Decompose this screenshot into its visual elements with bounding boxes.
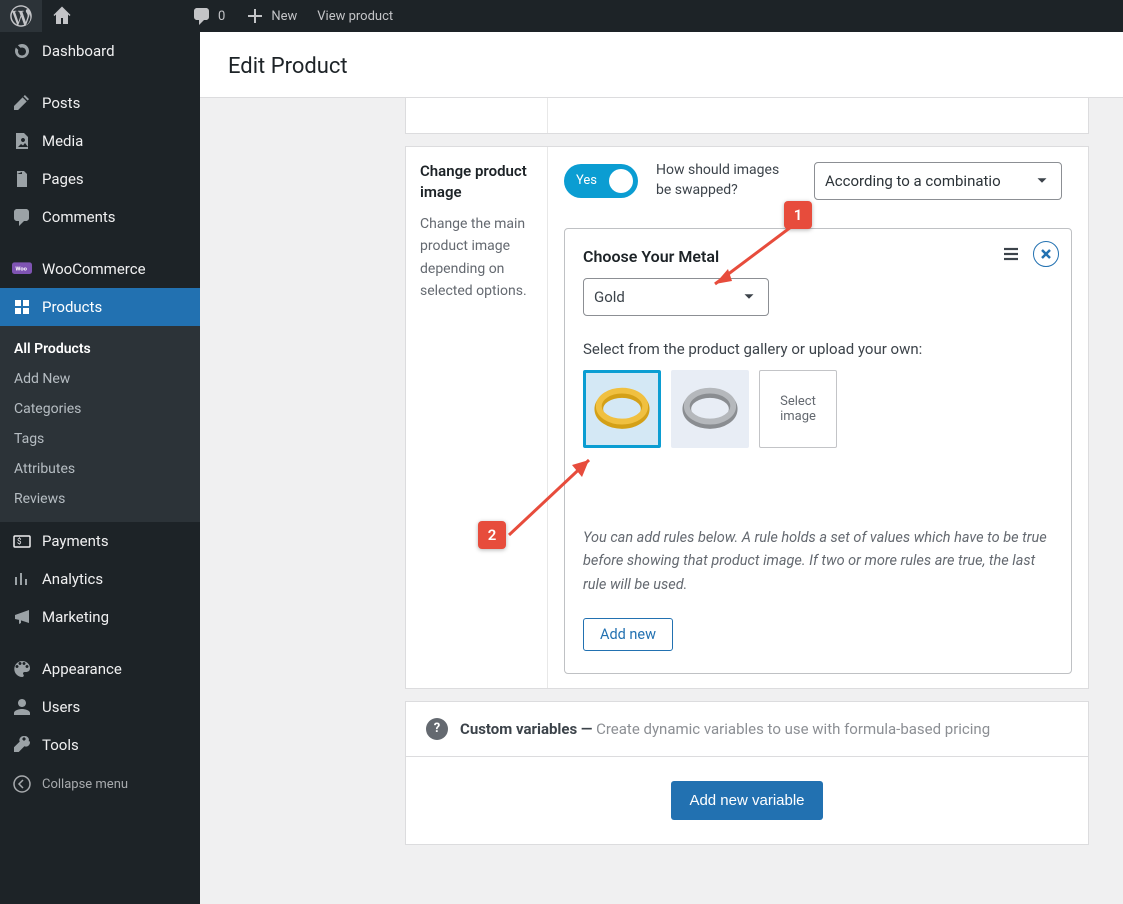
add-variable-row: Add new variable xyxy=(405,757,1089,845)
admin-topbar: 0 New View product xyxy=(0,0,1123,32)
remove-card-button[interactable] xyxy=(1033,241,1059,267)
gallery-label: Select from the product gallery or uploa… xyxy=(583,340,1053,358)
submenu-all-products[interactable]: All Products xyxy=(0,334,200,364)
help-icon: ? xyxy=(426,718,448,740)
admin-sidebar: Dashboard Posts Media Pages Comments Woo… xyxy=(0,32,200,904)
drag-icon[interactable] xyxy=(1001,244,1021,264)
svg-text:$: $ xyxy=(17,537,22,546)
custom-vars-desc: Create dynamic variables to use with for… xyxy=(596,720,990,738)
gallery-thumb-silver[interactable] xyxy=(671,370,749,448)
card-title: Choose Your Metal xyxy=(583,247,1053,266)
metal-rule-card: Choose Your Metal Gold Select from the p… xyxy=(564,228,1072,674)
custom-vars-lead: Custom variables — xyxy=(460,720,596,738)
annotation-badge-2: 2 xyxy=(478,521,506,549)
sidebar-item-payments[interactable]: $ Payments xyxy=(0,522,200,560)
page-title: Edit Product xyxy=(200,32,1123,98)
chevron-down-icon xyxy=(1033,172,1051,190)
swap-mode-select[interactable]: According to a combinatio xyxy=(814,162,1062,200)
sidebar-item-posts[interactable]: Posts xyxy=(0,84,200,122)
sidebar-item-dashboard[interactable]: Dashboard xyxy=(0,32,200,70)
submenu-reviews[interactable]: Reviews xyxy=(0,484,200,514)
custom-variables-header[interactable]: ? Custom variables — Create dynamic vari… xyxy=(405,701,1089,757)
sidebar-item-woocommerce[interactable]: Woo WooCommerce xyxy=(0,250,200,288)
submenu-tags[interactable]: Tags xyxy=(0,424,200,454)
chevron-down-icon xyxy=(740,288,758,306)
sidebar-item-comments[interactable]: Comments xyxy=(0,198,200,236)
home-icon[interactable] xyxy=(42,0,182,32)
wordpress-logo-icon[interactable] xyxy=(0,0,42,32)
site-name-redacted xyxy=(72,8,172,24)
close-icon xyxy=(1040,248,1052,260)
view-product-link[interactable]: View product xyxy=(307,0,403,32)
new-menu[interactable]: New xyxy=(235,0,307,32)
main-content: Edit Product Change product image Change… xyxy=(200,32,1123,904)
metal-select[interactable]: Gold xyxy=(583,278,769,316)
comments-link[interactable]: 0 xyxy=(182,0,235,32)
sidebar-submenu-products: All Products Add New Categories Tags Att… xyxy=(0,326,200,522)
sidebar-item-products[interactable]: Products xyxy=(0,288,200,326)
comments-count: 0 xyxy=(218,9,225,24)
rules-help-text: You can add rules below. A rule holds a … xyxy=(583,526,1053,596)
sidebar-item-marketing[interactable]: Marketing xyxy=(0,598,200,636)
gallery-thumb-gold[interactable] xyxy=(583,370,661,448)
collapse-menu[interactable]: Collapse menu xyxy=(0,764,200,804)
submenu-categories[interactable]: Categories xyxy=(0,394,200,424)
svg-text:Woo: Woo xyxy=(15,267,27,273)
annotation-badge-1: 1 xyxy=(784,201,812,229)
change-image-desc: Change the main product image depending … xyxy=(420,213,533,303)
sidebar-item-tools[interactable]: Tools xyxy=(0,726,200,764)
add-rule-button[interactable]: Add new xyxy=(583,618,673,651)
sidebar-item-pages[interactable]: Pages xyxy=(0,160,200,198)
sidebar-item-users[interactable]: Users xyxy=(0,688,200,726)
sidebar-item-media[interactable]: Media xyxy=(0,122,200,160)
submenu-attributes[interactable]: Attributes xyxy=(0,454,200,484)
sidebar-item-analytics[interactable]: Analytics xyxy=(0,560,200,598)
change-image-toggle[interactable]: Yes xyxy=(564,164,638,198)
add-variable-button[interactable]: Add new variable xyxy=(671,781,822,820)
change-image-title: Change product image xyxy=(420,161,533,203)
swap-mode-label: How should images be swapped? xyxy=(656,161,796,200)
upload-image-button[interactable]: Select image xyxy=(759,370,837,448)
submenu-add-new[interactable]: Add New xyxy=(0,364,200,394)
sidebar-item-appearance[interactable]: Appearance xyxy=(0,650,200,688)
